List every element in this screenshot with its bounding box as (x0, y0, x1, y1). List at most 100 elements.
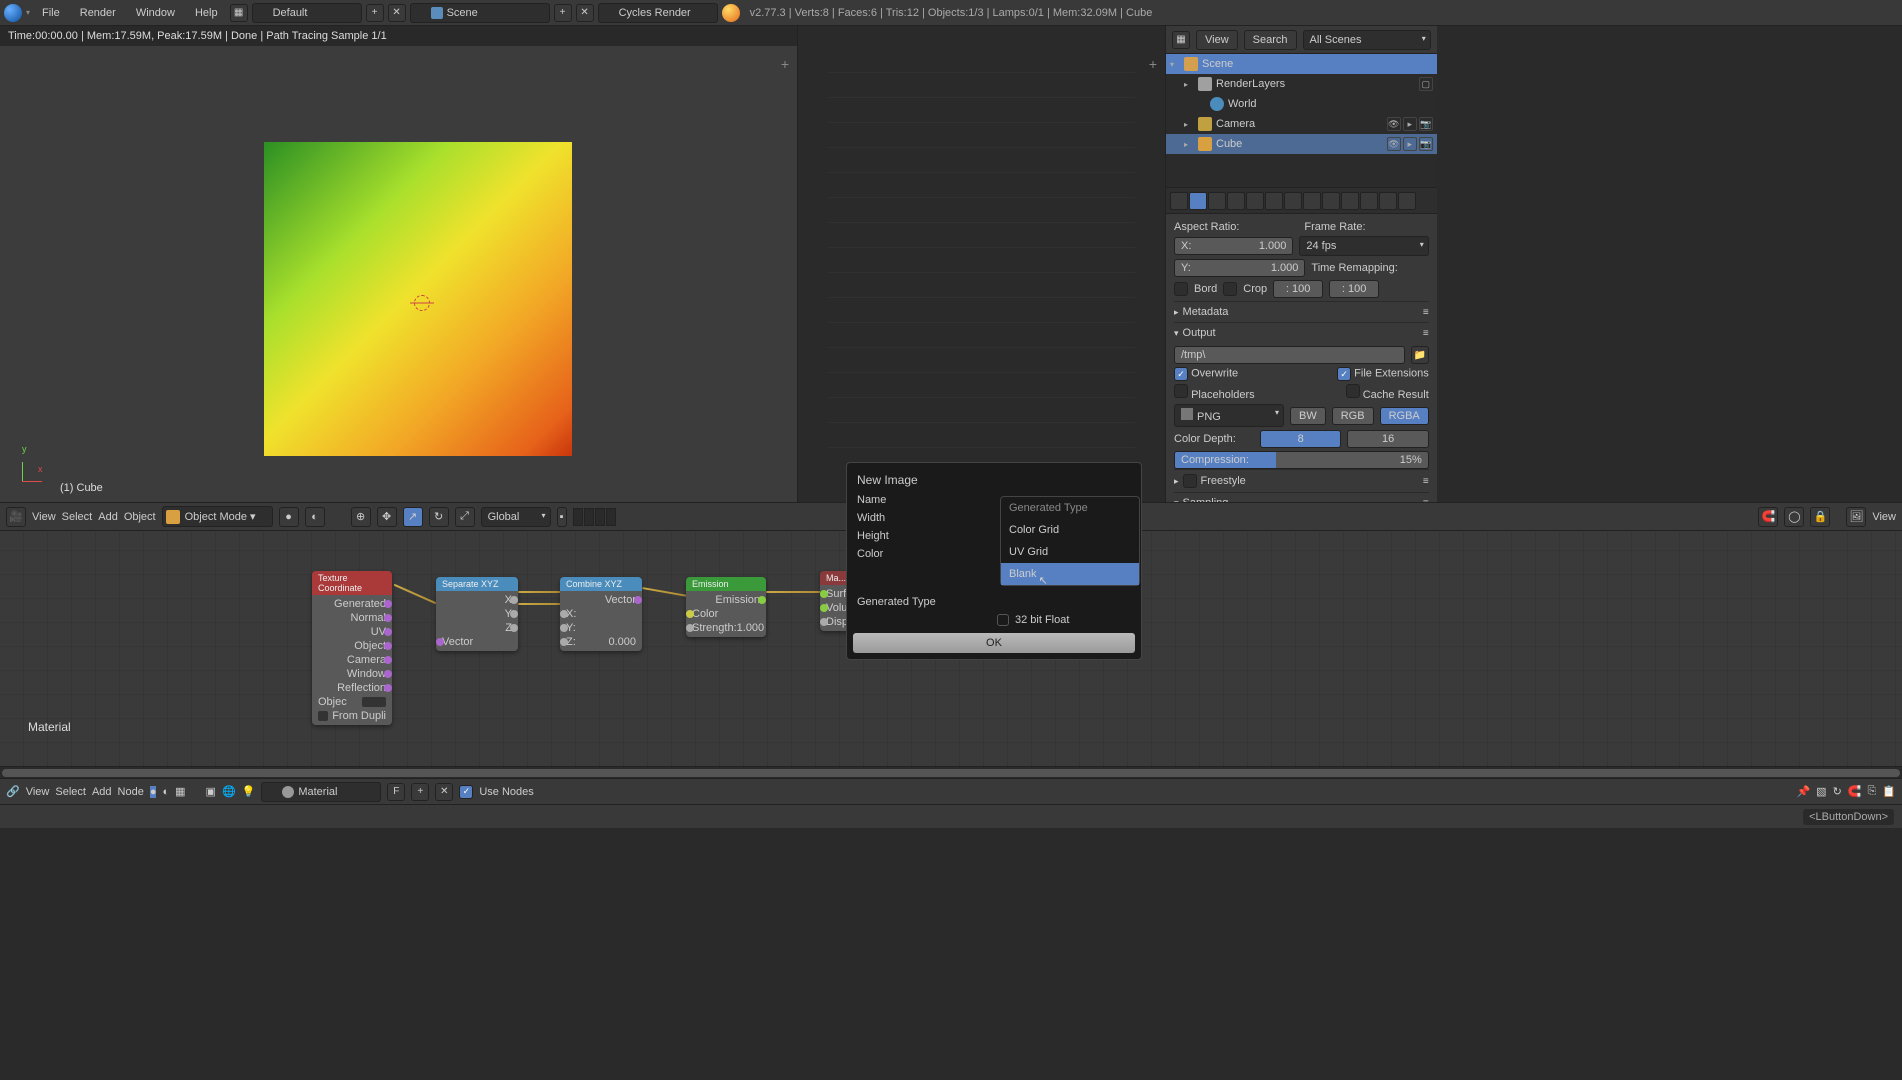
mat-del[interactable]: ✕ (435, 783, 453, 801)
cache-result-checkbox[interactable] (1346, 384, 1360, 398)
popup-ok-button[interactable]: OK (853, 633, 1135, 653)
viewport-toolbar-toggle[interactable]: + (781, 56, 789, 72)
image-canvas[interactable] (828, 56, 1135, 472)
layer-btn[interactable] (573, 508, 583, 526)
object-data-icon[interactable]: ▣ (206, 785, 216, 798)
mat-browse-icon[interactable]: F (387, 783, 405, 801)
tab-modifiers[interactable] (1303, 192, 1321, 210)
browse-folder-icon[interactable]: 📁 (1411, 346, 1429, 364)
tex-type-icon[interactable]: ▦ (175, 785, 185, 798)
shading-icon-2[interactable]: ◐ (305, 507, 325, 527)
dd-blank[interactable]: Blank↖ (1001, 563, 1139, 585)
layers-1[interactable]: ▪ (557, 507, 567, 527)
compression-slider[interactable]: Compression:15% (1174, 451, 1429, 469)
use-nodes-checkbox[interactable] (459, 785, 473, 799)
layout-del[interactable]: ✕ (388, 4, 406, 22)
viewport-3d[interactable]: Time:00:00.00 | Mem:17.59M, Peak:17.59M … (0, 26, 798, 502)
shading-icon-1[interactable]: ● (279, 507, 299, 527)
snap-node-icon[interactable]: 🧲 (1848, 785, 1862, 798)
world-data-icon[interactable]: 🌐 (222, 785, 236, 798)
tab-texture[interactable] (1360, 192, 1378, 210)
dd-uv-grid[interactable]: UV Grid (1001, 541, 1139, 563)
vp-menu-add[interactable]: Add (98, 511, 118, 523)
metadata-panel[interactable]: ▸Metadata≡ (1174, 301, 1429, 322)
output-panel[interactable]: ▾Output≡ (1174, 322, 1429, 343)
tab-camera[interactable] (1189, 192, 1207, 210)
depth-8-button[interactable]: 8 (1260, 430, 1341, 448)
aspect-x-field[interactable]: X:1.000 (1174, 237, 1293, 255)
layer-btn[interactable] (584, 508, 594, 526)
layer-btn[interactable] (606, 508, 616, 526)
placeholders-checkbox[interactable] (1174, 384, 1188, 398)
vp-menu-object[interactable]: Object (124, 511, 156, 523)
rgba-button[interactable]: RGBA (1380, 407, 1429, 425)
mode-dropdown[interactable]: Object Mode ▾ (162, 506, 273, 527)
tab-constraints[interactable] (1284, 192, 1302, 210)
pin-icon[interactable]: 📌 (1796, 785, 1810, 798)
format-dropdown[interactable]: PNG (1174, 404, 1284, 427)
editor-type-3d-icon[interactable]: 🎥 (6, 507, 26, 527)
layout-dropdown[interactable]: Default (252, 3, 362, 23)
tab-material[interactable] (1341, 192, 1359, 210)
scene-dropdown[interactable]: Scene (410, 3, 550, 23)
tab-scene[interactable] (1227, 192, 1245, 210)
comp-type-icon[interactable]: ◐ (162, 786, 169, 798)
node-separate-xyz[interactable]: Separate XYZ X Y Z Vector (436, 577, 518, 651)
menu-render[interactable]: Render (72, 3, 124, 23)
lock-camera-icon[interactable]: 🔒 (1810, 507, 1830, 527)
menu-help[interactable]: Help (187, 3, 226, 23)
float-checkbox[interactable] (997, 614, 1009, 626)
outliner-filter[interactable]: All Scenes (1303, 30, 1431, 50)
outliner-world[interactable]: World (1166, 94, 1437, 114)
border-checkbox[interactable] (1174, 282, 1188, 296)
outliner-cube[interactable]: ▸Cube👁▸📷 (1166, 134, 1437, 154)
lamp-data-icon[interactable]: 💡 (242, 785, 256, 798)
layout-icon[interactable]: ▦ (230, 4, 248, 22)
freestyle-panel[interactable]: ▸Freestyle≡ (1174, 469, 1429, 492)
overwrite-checkbox[interactable] (1174, 367, 1188, 381)
editor-type-node-icon[interactable]: 🔗 (6, 785, 20, 798)
outliner-type-icon[interactable]: ▦ (1172, 31, 1190, 49)
generated-type-menu[interactable]: Generated Type Color Grid UV Grid Blank↖ (1000, 496, 1140, 586)
node-emission[interactable]: Emission Emission Color Strength:1.000 (686, 577, 766, 637)
translate-gizmo-icon[interactable]: ↗ (403, 507, 423, 527)
copy-icon[interactable]: ⎘ (1867, 785, 1876, 798)
outliner-view[interactable]: View (1196, 30, 1238, 50)
orientation-dropdown[interactable]: Global (481, 507, 551, 527)
engine-dropdown[interactable]: Cycles Render (598, 3, 718, 23)
vp-menu-view[interactable]: View (32, 511, 56, 523)
render-preview-icon[interactable]: ◯ (1784, 507, 1804, 527)
properties-panel[interactable]: Aspect Ratio: Frame Rate: X:1.000 24 fps… (1166, 188, 1437, 502)
snap-icon[interactable]: 🧲 (1758, 507, 1778, 527)
ie-menu-view[interactable]: View (1872, 511, 1896, 523)
sampling-panel[interactable]: ▾Sampling≡ (1174, 492, 1429, 502)
ne-select[interactable]: Select (55, 786, 86, 798)
node-texture-coordinate[interactable]: Texture Coordinate Generated Normal UV O… (312, 571, 392, 725)
outliner-search[interactable]: Search (1244, 30, 1297, 50)
tab-render[interactable] (1170, 192, 1188, 210)
time-old-field[interactable]: : 100 (1273, 280, 1323, 298)
scrollbar-horizontal[interactable] (2, 769, 1900, 777)
backdrop-icon[interactable]: ▧ (1816, 785, 1826, 798)
ne-node[interactable]: Node (118, 786, 144, 798)
autorender-icon[interactable]: ↻ (1833, 785, 1842, 798)
properties-tabs[interactable] (1166, 188, 1437, 214)
shader-type-icon[interactable]: ● (150, 786, 157, 798)
file-ext-checkbox[interactable] (1337, 367, 1351, 381)
ne-view[interactable]: View (26, 786, 50, 798)
outliner-scene[interactable]: ▾Scene (1166, 54, 1437, 74)
layout-add[interactable]: + (366, 4, 384, 22)
output-path-field[interactable]: /tmp\ (1174, 346, 1405, 364)
rgb-button[interactable]: RGB (1332, 407, 1374, 425)
image-editor[interactable]: + (798, 26, 1166, 502)
scene-del[interactable]: ✕ (576, 4, 594, 22)
pivot-icon[interactable]: ⊕ (351, 507, 371, 527)
vp-menu-select[interactable]: Select (62, 511, 93, 523)
tab-particles[interactable] (1379, 192, 1397, 210)
freestyle-checkbox[interactable] (1183, 474, 1197, 488)
rotate-gizmo-icon[interactable]: ↻ (429, 507, 449, 527)
crop-checkbox[interactable] (1223, 282, 1237, 296)
aspect-y-field[interactable]: Y:1.000 (1174, 259, 1305, 277)
bw-button[interactable]: BW (1290, 407, 1326, 425)
outliner-camera[interactable]: ▸Camera👁▸📷 (1166, 114, 1437, 134)
